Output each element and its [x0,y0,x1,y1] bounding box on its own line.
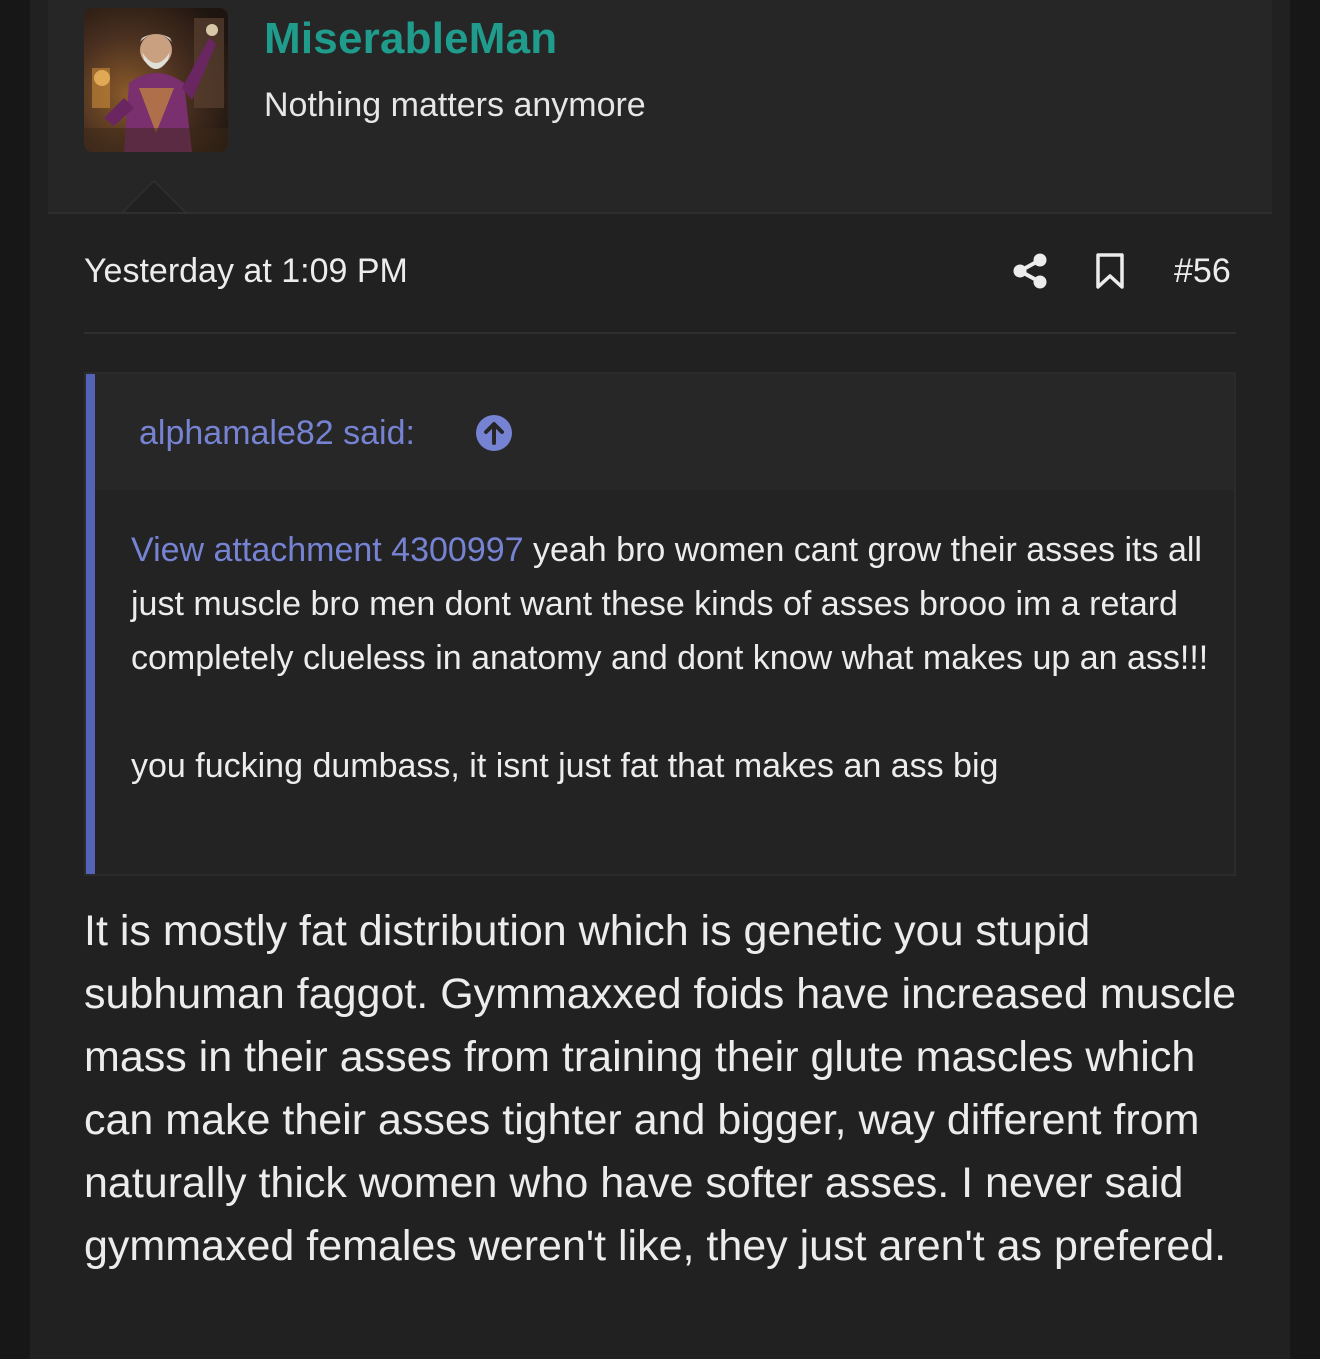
post-message-body: It is mostly fat distribution which is g… [84,900,1254,1278]
quote-paragraph: View attachment 4300997 yeah bro women c… [131,523,1211,685]
quote-text: View attachment 4300997 yeah bro women c… [131,523,1211,793]
quote-paragraph-second: you fucking dumbass, it isnt just fat th… [131,747,999,785]
bookmark-icon[interactable] [1094,252,1126,290]
quote-body: View attachment 4300997 yeah bro women c… [95,490,1234,874]
post-number-link[interactable]: #56 [1174,252,1231,291]
quote-block: alphamale82 said: View attachment 430099… [84,372,1236,876]
post-header-divider [84,332,1236,334]
quote-header: alphamale82 said: [95,374,1234,490]
username[interactable]: MiserableMan [264,14,557,64]
share-icon[interactable] [1010,251,1050,291]
post-timestamp[interactable]: Yesterday at 1:09 PM [84,252,408,291]
arrow-up-circle-icon[interactable] [475,414,513,452]
quote-accent-bar [86,374,95,874]
user-avatar[interactable] [84,8,228,152]
quote-author-link[interactable]: alphamale82 said: [139,414,415,453]
page: MiserableMan Nothing matters anymore Yes… [0,0,1320,1359]
attachment-link[interactable]: View attachment 4300997 [131,531,524,569]
user-info-panel [48,0,1272,214]
panel-pointer-arrow [122,180,186,212]
post-message-text: It is mostly fat distribution which is g… [84,907,1237,1270]
user-title: Nothing matters anymore [264,86,646,124]
